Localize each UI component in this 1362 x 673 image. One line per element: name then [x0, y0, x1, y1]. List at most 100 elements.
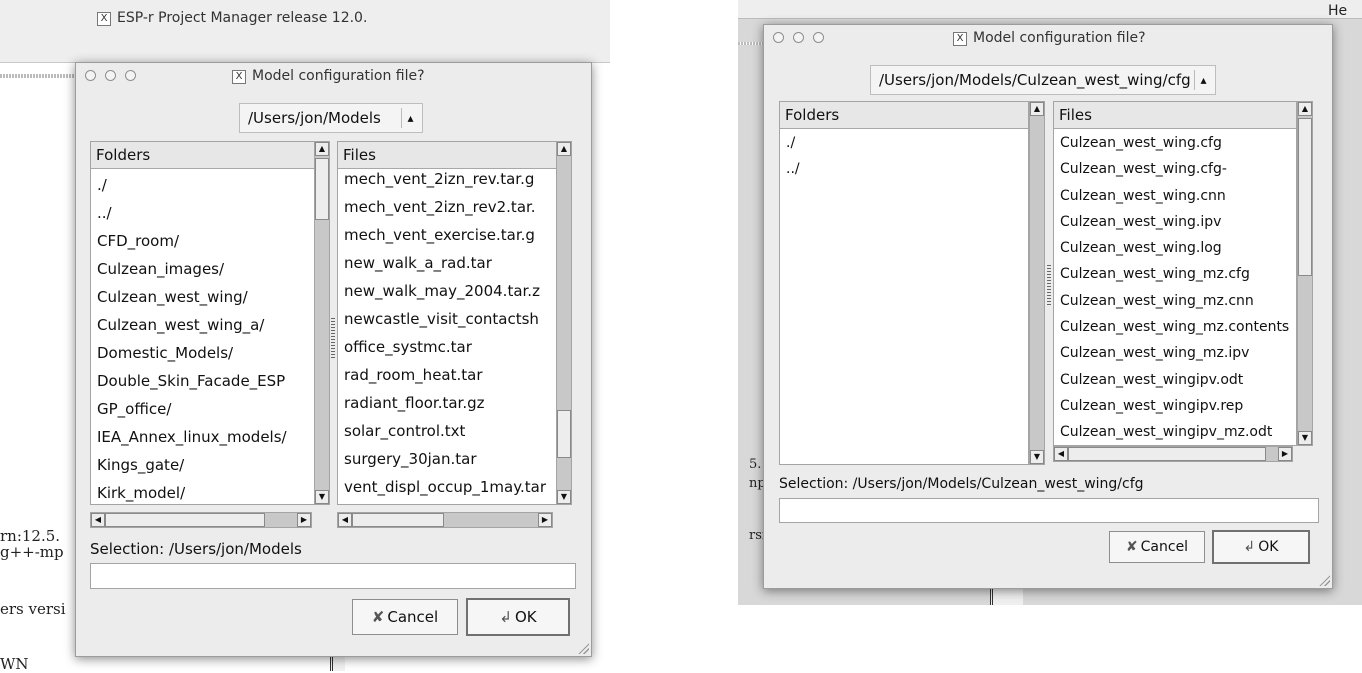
x-window-icon: X [97, 12, 111, 26]
file-item[interactable]: rad_room_heat.tar [338, 361, 556, 389]
scroll-up-arrow-icon[interactable]: ▲ [557, 142, 571, 156]
folder-item[interactable]: ../ [780, 156, 1028, 182]
scroll-down-arrow-icon[interactable]: ▼ [315, 490, 329, 504]
file-item[interactable]: Culzean_west_wingipv.rep [1054, 393, 1296, 419]
scroll-up-arrow-icon[interactable]: ▲ [1030, 102, 1044, 116]
updown-arrows-icon: ▴ [1194, 70, 1212, 90]
folders-vertical-scrollbar[interactable]: ▲ ▼ [314, 141, 330, 505]
file-item[interactable]: Culzean_west_wing.log [1054, 235, 1296, 261]
file-item[interactable]: radiant_floor.tar.gz [338, 389, 556, 417]
files-horizontal-scrollbar[interactable]: ◀ ▶ [1053, 446, 1293, 462]
files-scroll-thumb[interactable] [1298, 118, 1312, 276]
folder-item[interactable]: ../ [91, 199, 315, 227]
scroll-down-arrow-icon[interactable]: ▼ [1030, 450, 1044, 464]
dialog-title: X Model configuration file? [953, 30, 1146, 46]
background-line [0, 74, 80, 78]
scroll-right-arrow-icon[interactable]: ▶ [1278, 447, 1292, 461]
background-menu-text: He [1328, 3, 1348, 19]
file-item[interactable]: newcastle_visit_contactsh [338, 305, 556, 333]
x-window-icon: X [953, 32, 967, 46]
file-item[interactable]: office_systmc.tar [338, 333, 556, 361]
file-item[interactable]: Culzean_west_wing_mz.ipv [1054, 340, 1296, 366]
minimize-window-icon[interactable] [793, 32, 804, 43]
path-dropdown[interactable]: /Users/jon/Models ▴ [239, 103, 423, 133]
folders-header[interactable]: Folders [780, 102, 1028, 129]
folder-item[interactable]: Culzean_images/ [91, 255, 315, 283]
files-hscroll-thumb[interactable] [1068, 447, 1266, 461]
file-item[interactable]: mech_vent_exercise.tar.g [338, 221, 556, 249]
folders-list[interactable]: Folders ./ ../ [779, 101, 1029, 465]
file-item[interactable]: Culzean_west_wing.cfg [1054, 130, 1296, 156]
file-item[interactable]: Culzean_west_wing.ipv [1054, 209, 1296, 235]
folder-item[interactable]: Culzean_west_wing_a/ [91, 311, 315, 339]
minimize-window-icon[interactable] [105, 70, 116, 81]
files-header[interactable]: Files [1054, 102, 1296, 129]
scroll-left-arrow-icon[interactable]: ◀ [91, 513, 105, 527]
file-item[interactable]: solar_control.txt [338, 417, 556, 445]
file-item[interactable]: Culzean_west_wingipv_mz.odt [1054, 419, 1296, 445]
close-window-icon[interactable] [773, 32, 784, 43]
selection-input[interactable] [779, 498, 1319, 523]
files-hscroll-thumb[interactable] [352, 513, 444, 527]
file-item[interactable]: surgery_30jan.tar [338, 445, 556, 473]
folders-hscroll-thumb[interactable] [105, 513, 265, 527]
scroll-down-arrow-icon[interactable]: ▼ [557, 490, 571, 504]
files-list[interactable]: Files mech_vent_2izn_rev.tar.g mech_vent… [337, 141, 557, 505]
cancel-button[interactable]: ✘ Cancel [1109, 531, 1205, 563]
files-list[interactable]: Files Culzean_west_wing.cfg Culzean_west… [1053, 101, 1297, 446]
cancel-button[interactable]: ✘ Cancel [352, 599, 458, 635]
files-vertical-scrollbar[interactable]: ▲ ▼ [556, 141, 572, 505]
ok-button[interactable]: ↲ OK [466, 598, 570, 636]
files-scroll-thumb[interactable] [557, 410, 571, 458]
resize-grip-icon[interactable] [1318, 574, 1330, 586]
scroll-up-arrow-icon[interactable]: ▲ [1298, 102, 1312, 116]
file-item[interactable]: Culzean_west_wing_mz.contents [1054, 314, 1296, 340]
file-item[interactable]: vent_displ_occup_1may.tar [338, 473, 556, 501]
file-item[interactable]: Culzean_west_wing_mz.cnn [1054, 288, 1296, 314]
scroll-down-arrow-icon[interactable]: ▼ [1298, 431, 1312, 445]
path-dropdown[interactable]: /Users/jon/Models/Culzean_west_wing/cfg … [870, 65, 1216, 95]
folders-list[interactable]: Folders ./ ../ CFD_room/ Culzean_images/… [90, 141, 316, 505]
file-item[interactable]: new_walk_a_rad.tar [338, 249, 556, 277]
scroll-up-arrow-icon[interactable]: ▲ [315, 142, 329, 156]
folders-scroll-thumb[interactable] [315, 158, 329, 220]
file-item[interactable]: Culzean_west_wing.cnn [1054, 183, 1296, 209]
folders-horizontal-scrollbar[interactable]: ◀ ▶ [90, 512, 312, 528]
scroll-right-arrow-icon[interactable]: ▶ [538, 513, 552, 527]
folder-item[interactable]: Double_Skin_Facade_ESP [91, 367, 315, 395]
folder-item[interactable]: ./ [780, 130, 1028, 156]
scroll-right-arrow-icon[interactable]: ▶ [297, 513, 311, 527]
files-horizontal-scrollbar[interactable]: ◀ ▶ [337, 512, 553, 528]
resize-grip-icon[interactable] [577, 642, 589, 654]
zoom-window-icon[interactable] [125, 70, 136, 81]
file-item[interactable]: new_walk_may_2004.tar.z [338, 277, 556, 305]
ok-button[interactable]: ↲ OK [1212, 530, 1310, 564]
file-item[interactable]: Culzean_west_wing_mz.cfg [1054, 261, 1296, 287]
background-text-fragment: WN [0, 655, 29, 673]
background-window-title: X ESP-r Project Manager release 12.0. [97, 10, 367, 26]
file-item[interactable]: Culzean_west_wing.cfg- [1054, 156, 1296, 182]
scroll-left-arrow-icon[interactable]: ◀ [1054, 447, 1068, 461]
folder-item[interactable]: Kirk_model/ [91, 479, 315, 504]
zoom-window-icon[interactable] [813, 32, 824, 43]
background-window-title-text: ESP-r Project Manager release 12.0. [117, 10, 368, 26]
folder-item[interactable]: IEA_Annex_linux_models/ [91, 423, 315, 451]
selection-input[interactable] [90, 563, 576, 589]
folder-item[interactable]: Culzean_west_wing/ [91, 283, 315, 311]
close-window-icon[interactable] [85, 70, 96, 81]
pane-splitter-icon[interactable] [1047, 265, 1051, 305]
folder-item[interactable]: GP_office/ [91, 395, 315, 423]
file-item[interactable]: Culzean_west_wingipv.odt [1054, 367, 1296, 393]
dialog-titlebar: X Model configuration file? [764, 25, 1332, 51]
file-item[interactable]: mech_vent_2izn_rev2.tar. [338, 193, 556, 221]
scroll-left-arrow-icon[interactable]: ◀ [338, 513, 352, 527]
folder-item[interactable]: Domestic_Models/ [91, 339, 315, 367]
folder-item[interactable]: CFD_room/ [91, 227, 315, 255]
folder-item[interactable]: ./ [91, 171, 315, 199]
folders-vertical-scrollbar[interactable]: ▲ ▼ [1029, 101, 1045, 465]
file-item[interactable]: mech_vent_2izn_rev.tar.g [338, 165, 556, 193]
folders-header[interactable]: Folders [91, 142, 315, 169]
folder-item[interactable]: Kings_gate/ [91, 451, 315, 479]
pane-splitter-icon[interactable] [331, 318, 335, 358]
files-vertical-scrollbar[interactable]: ▲ ▼ [1297, 101, 1313, 446]
